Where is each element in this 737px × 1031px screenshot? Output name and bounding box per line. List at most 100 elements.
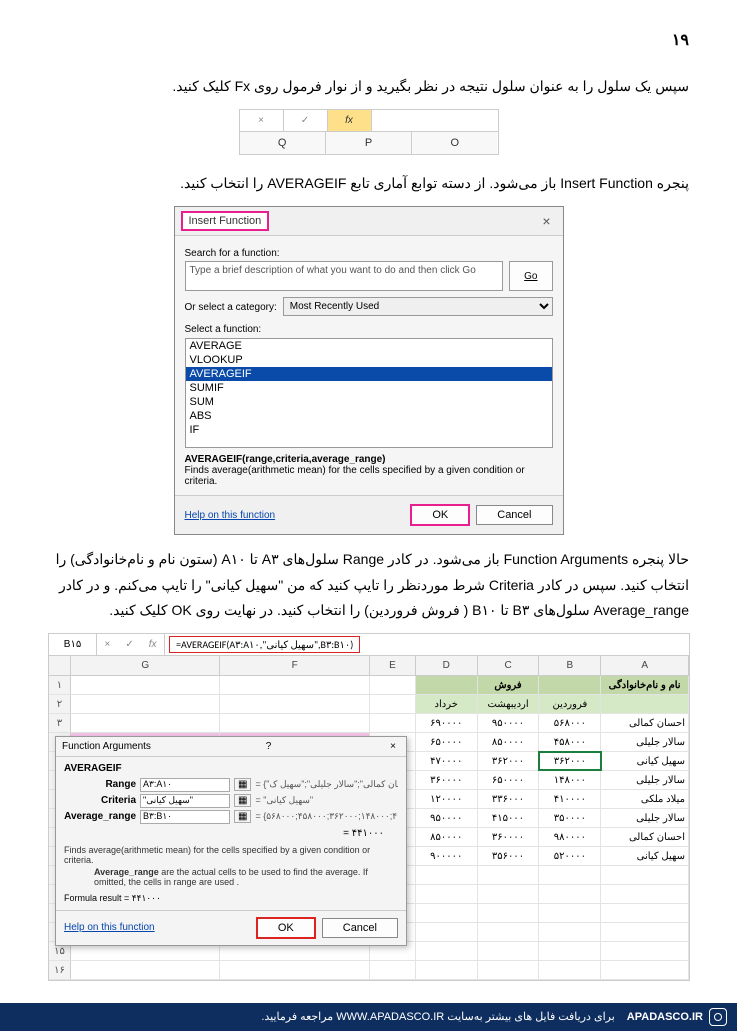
help-icon[interactable]: ?: [262, 741, 276, 752]
header-cell[interactable]: اردیبهشت: [478, 695, 540, 713]
function-item[interactable]: AVERAGE: [186, 339, 552, 353]
cell[interactable]: [416, 885, 478, 903]
go-button[interactable]: Go: [509, 261, 552, 291]
cell[interactable]: [539, 866, 601, 884]
function-item[interactable]: ABS: [186, 409, 552, 423]
header-cell[interactable]: [539, 676, 601, 694]
cell[interactable]: [539, 904, 601, 922]
cell[interactable]: ۳۵۶۰۰۰: [478, 847, 540, 865]
row-header[interactable]: ۱۶: [49, 961, 71, 979]
cell[interactable]: ۶۵۰۰۰۰: [478, 771, 540, 789]
cell[interactable]: ۳۶۲۰۰۰: [539, 752, 601, 770]
cell[interactable]: [416, 866, 478, 884]
cell[interactable]: [416, 942, 478, 960]
cell[interactable]: ۵۲۰۰۰۰: [539, 847, 601, 865]
help-link[interactable]: Help on this function: [64, 922, 155, 933]
cell[interactable]: ۸۵۰۰۰۰: [478, 733, 540, 751]
cell[interactable]: [601, 866, 689, 884]
cell[interactable]: [370, 695, 416, 713]
range-picker-icon[interactable]: ▦: [234, 810, 251, 823]
cell[interactable]: [601, 885, 689, 903]
category-select[interactable]: Most Recently Used: [283, 297, 553, 316]
cell[interactable]: [539, 942, 601, 960]
function-item[interactable]: SUM: [186, 395, 552, 409]
cell[interactable]: [220, 961, 370, 979]
ok-button[interactable]: OK: [256, 917, 316, 939]
name-cell[interactable]: احسان کمالی: [601, 828, 689, 846]
header-cell[interactable]: [601, 695, 689, 713]
cell[interactable]: ۱۴۸۰۰۰: [539, 771, 601, 789]
enter-icon[interactable]: ✓: [125, 639, 133, 650]
name-cell[interactable]: سالار جلیلی: [601, 771, 689, 789]
header-cell[interactable]: نام و نام‌خانوادگی: [601, 676, 689, 694]
cell[interactable]: ۶۹۰۰۰۰: [416, 714, 478, 732]
cell[interactable]: [370, 676, 416, 694]
cell[interactable]: [416, 961, 478, 979]
cell[interactable]: [539, 923, 601, 941]
formula-bar[interactable]: =AVERAGEIF(A۳:A۱۰,"سهیل کیانی",B۳:B۱۰): [165, 634, 689, 655]
cell[interactable]: ۳۶۰۰۰۰: [478, 828, 540, 846]
cancel-icon[interactable]: ×: [104, 639, 110, 650]
fx-icon[interactable]: fx: [149, 639, 157, 650]
cell[interactable]: [478, 904, 540, 922]
cell[interactable]: [71, 695, 221, 713]
row-header[interactable]: ۳: [49, 714, 71, 732]
col-header[interactable]: G: [71, 656, 221, 675]
col-header[interactable]: C: [478, 656, 540, 675]
col-header[interactable]: E: [370, 656, 416, 675]
cell[interactable]: [539, 961, 601, 979]
cell[interactable]: ۴۱۰۰۰۰: [539, 790, 601, 808]
name-cell[interactable]: سالار جلیلی: [601, 809, 689, 827]
function-item[interactable]: VLOOKUP: [186, 353, 552, 367]
col-header[interactable]: D: [416, 656, 478, 675]
cell[interactable]: [370, 961, 416, 979]
row-header[interactable]: ۲: [49, 695, 71, 713]
cell[interactable]: ۹۸۰۰۰۰: [539, 828, 601, 846]
cell[interactable]: ۹۵۰۰۰۰: [478, 714, 540, 732]
function-list[interactable]: AVERAGE VLOOKUP AVERAGEIF SUMIF SUM ABS …: [185, 338, 553, 448]
name-cell[interactable]: سالار جلیلی: [601, 733, 689, 751]
cell[interactable]: ۸۵۰۰۰۰: [416, 828, 478, 846]
function-item-selected[interactable]: AVERAGEIF: [186, 367, 552, 381]
cell[interactable]: [71, 714, 221, 732]
close-icon[interactable]: ×: [536, 213, 556, 229]
cell[interactable]: ۳۳۶۰۰۰: [478, 790, 540, 808]
cancel-button[interactable]: Cancel: [476, 505, 552, 525]
cell[interactable]: ۴۵۸۰۰۰: [539, 733, 601, 751]
help-link[interactable]: Help on this function: [185, 510, 276, 521]
name-box[interactable]: B۱۵: [49, 634, 97, 655]
cell[interactable]: ۶۵۰۰۰۰: [416, 733, 478, 751]
cell[interactable]: [416, 923, 478, 941]
cell[interactable]: ۹۵۰۰۰۰: [416, 809, 478, 827]
range-picker-icon[interactable]: ▦: [234, 778, 251, 791]
cell[interactable]: [478, 961, 540, 979]
function-item[interactable]: SUMIF: [186, 381, 552, 395]
cell[interactable]: [478, 942, 540, 960]
cell[interactable]: [601, 923, 689, 941]
name-cell[interactable]: احسان کمالی: [601, 714, 689, 732]
cell[interactable]: [478, 923, 540, 941]
fx-icon[interactable]: fx: [328, 110, 372, 131]
cancel-button[interactable]: Cancel: [322, 918, 398, 938]
close-icon[interactable]: ×: [386, 741, 400, 752]
cell[interactable]: [601, 904, 689, 922]
name-cell[interactable]: میلاد ملکی: [601, 790, 689, 808]
arg-input[interactable]: [140, 778, 230, 792]
cell[interactable]: ۳۶۲۰۰۰: [478, 752, 540, 770]
search-input[interactable]: Type a brief description of what you wan…: [185, 261, 504, 291]
cell[interactable]: [601, 942, 689, 960]
header-cell[interactable]: [416, 676, 478, 694]
cell[interactable]: ۴۷۰۰۰۰: [416, 752, 478, 770]
cell[interactable]: [478, 866, 540, 884]
name-cell[interactable]: سهیل کیانی: [601, 847, 689, 865]
cell[interactable]: ۴۱۵۰۰۰: [478, 809, 540, 827]
cell[interactable]: [71, 961, 221, 979]
cell[interactable]: [370, 714, 416, 732]
cell[interactable]: [220, 695, 370, 713]
cell[interactable]: [539, 885, 601, 903]
cell[interactable]: [220, 676, 370, 694]
cell[interactable]: [601, 961, 689, 979]
cell[interactable]: [416, 904, 478, 922]
cell[interactable]: ۱۲۰۰۰۰: [416, 790, 478, 808]
arg-input[interactable]: [140, 810, 230, 824]
